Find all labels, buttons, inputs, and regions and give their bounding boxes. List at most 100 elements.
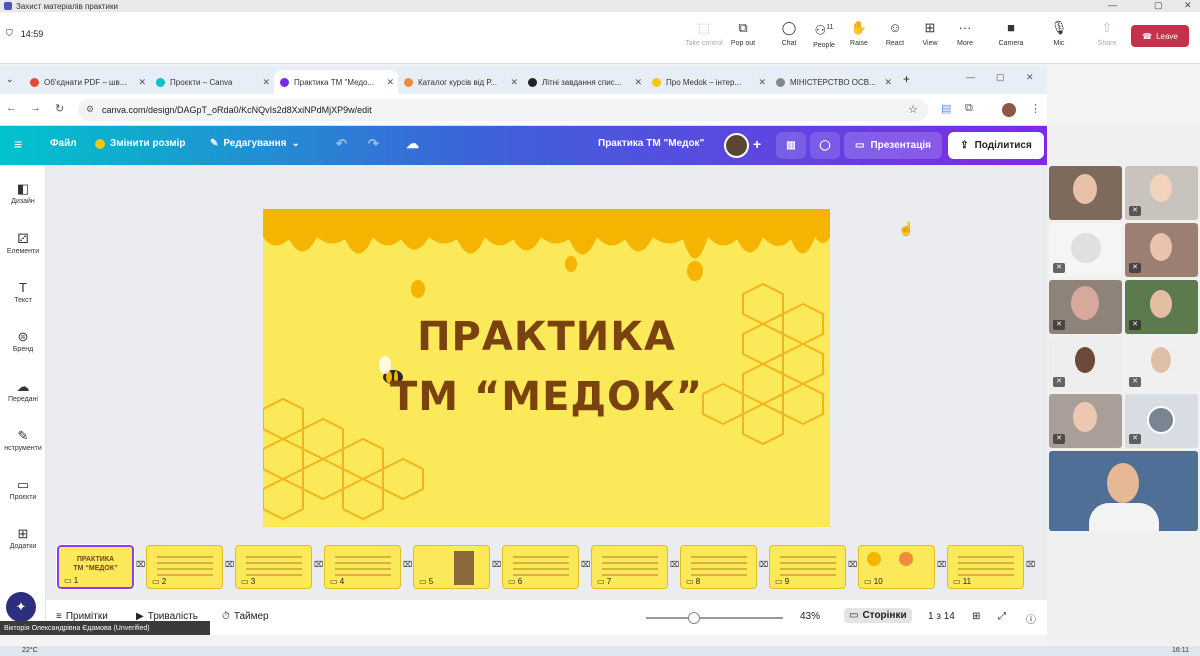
- transition-icon[interactable]: ⌧: [403, 560, 413, 572]
- page-thumbnail[interactable]: ▭ 10: [858, 545, 935, 589]
- bookmark-star-icon[interactable]: ☆: [908, 103, 918, 116]
- extension-doc-icon[interactable]: ▤: [941, 102, 951, 115]
- participant-video[interactable]: ✕: [1049, 223, 1122, 277]
- fullscreen-icon[interactable]: ⤢: [998, 611, 1006, 622]
- sidebar-item-text[interactable]: T Текст: [0, 280, 46, 304]
- sidebar-item-uploads[interactable]: ☁ Передані: [0, 379, 46, 403]
- browser-close-icon[interactable]: ✕: [1026, 72, 1034, 83]
- maximize-icon[interactable]: ▢: [1154, 0, 1163, 11]
- browser-tab[interactable]: Каталог курсів від Р... ✕: [398, 70, 522, 94]
- collaborator-avatar[interactable]: [724, 133, 749, 158]
- transition-icon[interactable]: ⌧: [937, 560, 947, 572]
- close-tab-icon[interactable]: ✕: [884, 77, 892, 88]
- page-thumbnail[interactable]: ▭ 3: [235, 545, 312, 589]
- participant-video[interactable]: ✕: [1125, 337, 1198, 391]
- back-icon[interactable]: ←: [6, 102, 17, 114]
- participant-video[interactable]: ✕: [1049, 280, 1122, 334]
- transition-icon[interactable]: ⌧: [314, 560, 324, 572]
- extensions-icon[interactable]: ⧉: [965, 102, 973, 115]
- browser-tab[interactable]: Проєкти – Canva ✕: [150, 70, 274, 94]
- page-thumbnail[interactable]: ▭ 4: [324, 545, 401, 589]
- transition-icon[interactable]: ⌧: [670, 560, 680, 572]
- timer-button[interactable]: ⏱ Таймер: [222, 611, 269, 622]
- browser-minimize-icon[interactable]: —: [966, 72, 975, 82]
- close-icon[interactable]: ✕: [1184, 0, 1192, 11]
- browser-tab[interactable]: Літні завдання спис... ✕: [522, 70, 646, 94]
- share-button[interactable]: ⇧ Share: [1085, 20, 1129, 47]
- participant-video[interactable]: ✕: [1125, 166, 1198, 220]
- browser-maximize-icon[interactable]: ▢: [996, 72, 1005, 83]
- browser-tab[interactable]: МІНІСТЕРСТВО ОСВ... ✕: [770, 70, 896, 94]
- transition-icon[interactable]: ⌧: [225, 560, 235, 572]
- profile-avatar[interactable]: [1002, 103, 1016, 117]
- page-thumbnail[interactable]: ▭ 7: [591, 545, 668, 589]
- camera-button[interactable]: ■ Camera: [989, 20, 1033, 47]
- minimize-icon[interactable]: —: [1108, 0, 1117, 10]
- design-title[interactable]: Практика ТМ "Медок": [598, 138, 704, 149]
- sidebar-item-tools[interactable]: ✎ нструменти: [0, 428, 46, 452]
- zoom-value[interactable]: 43%: [800, 611, 820, 622]
- transition-icon[interactable]: ⌧: [1026, 560, 1036, 572]
- page-thumbnail[interactable]: ▭ 5: [413, 545, 490, 589]
- participant-video[interactable]: ✕: [1125, 223, 1198, 277]
- sidebar-item-elements[interactable]: ⚂ Елементи: [0, 231, 46, 255]
- insights-icon[interactable]: ▥: [776, 132, 806, 159]
- participant-video[interactable]: ✕: [1125, 394, 1198, 448]
- participant-video[interactable]: ✕: [1049, 394, 1122, 448]
- zoom-slider[interactable]: [646, 612, 783, 624]
- sidebar-item-projects[interactable]: ▭ Проєкти: [0, 477, 46, 501]
- pages-view-button[interactable]: ▭ Сторінки: [844, 608, 912, 623]
- redo-icon[interactable]: ↷: [368, 136, 379, 152]
- browser-tab[interactable]: Про Medok – інтер... ✕: [646, 70, 770, 94]
- forward-icon[interactable]: →: [30, 102, 41, 114]
- participant-video[interactable]: ✕: [1049, 337, 1122, 391]
- transition-icon[interactable]: ⌧: [759, 560, 769, 572]
- site-info-icon[interactable]: ⚙: [86, 104, 94, 115]
- leave-button[interactable]: ☎ Leave: [1131, 25, 1189, 47]
- page-thumbnail[interactable]: ▭ 11: [947, 545, 1024, 589]
- close-tab-icon[interactable]: ✕: [138, 77, 146, 88]
- comment-icon[interactable]: ◯: [810, 132, 840, 159]
- close-tab-icon[interactable]: ✕: [758, 77, 766, 88]
- participant-video-active[interactable]: [1049, 451, 1198, 531]
- browser-tab[interactable]: Об'єднати PDF – шв... ✕: [24, 70, 150, 94]
- close-tab-icon[interactable]: ✕: [386, 77, 394, 88]
- resize-button[interactable]: Змінити розмір: [95, 138, 186, 149]
- participant-video[interactable]: ✕: [1125, 280, 1198, 334]
- page-thumbnail[interactable]: ▭ 2: [146, 545, 223, 589]
- present-button[interactable]: ▭ Презентація: [844, 132, 942, 159]
- take-control-button[interactable]: ⬚ Take control: [682, 20, 726, 47]
- edit-mode-button[interactable]: ✎ Редагування ⌄: [210, 138, 300, 149]
- mic-button[interactable]: 🎙 Mic: [1037, 20, 1081, 47]
- file-menu[interactable]: Файл: [50, 138, 77, 149]
- page-thumbnail[interactable]: ПРАКТИКА ТМ “МЕДОК” ▭ 1: [56, 544, 135, 590]
- add-collaborator-icon[interactable]: +: [753, 136, 761, 152]
- cloud-saved-icon[interactable]: ☁: [406, 136, 419, 152]
- slide[interactable]: ПРАКТИКА ТМ “МЕДОК”: [263, 209, 830, 527]
- more-button[interactable]: ··· More: [943, 20, 987, 47]
- transition-icon[interactable]: ⌧: [848, 560, 858, 572]
- sidebar-item-apps[interactable]: ⊞ Додатки: [0, 526, 46, 550]
- transition-icon[interactable]: ⌧: [581, 560, 591, 572]
- share-design-button[interactable]: ⇪ Поділитися: [948, 132, 1044, 159]
- new-tab-icon[interactable]: +: [903, 72, 910, 86]
- transition-icon[interactable]: ⌧: [492, 560, 502, 572]
- close-tab-icon[interactable]: ✕: [510, 77, 518, 88]
- url-field[interactable]: ⚙ canva.com/design/DAGpT_oRda0/KcNQvIs2d…: [78, 99, 928, 121]
- grid-view-icon[interactable]: ⊞: [972, 611, 980, 622]
- magic-assistant-icon[interactable]: ✦: [6, 592, 36, 622]
- page-thumbnail[interactable]: ▭ 8: [680, 545, 757, 589]
- close-tab-icon[interactable]: ✕: [262, 77, 270, 88]
- page-thumbnail[interactable]: ▭ 9: [769, 545, 846, 589]
- undo-icon[interactable]: ↶: [336, 136, 347, 152]
- browser-menu-icon[interactable]: ⋮: [1030, 102, 1041, 115]
- zoom-slider-handle[interactable]: [687, 612, 700, 624]
- slide-title-line2[interactable]: ТМ “МЕДОК”: [263, 374, 830, 420]
- close-tab-icon[interactable]: ✕: [634, 77, 642, 88]
- sidebar-item-design[interactable]: ◧ Дизайн: [0, 181, 46, 205]
- browser-tab-active[interactable]: Практика ТМ "Медо... ✕: [274, 70, 398, 94]
- transition-icon[interactable]: ⌧: [136, 560, 146, 572]
- hamburger-menu-icon[interactable]: ≡: [14, 136, 22, 152]
- tab-list-icon[interactable]: ⌄: [6, 74, 14, 85]
- sidebar-item-brand[interactable]: ⊜ Бренд: [0, 329, 46, 353]
